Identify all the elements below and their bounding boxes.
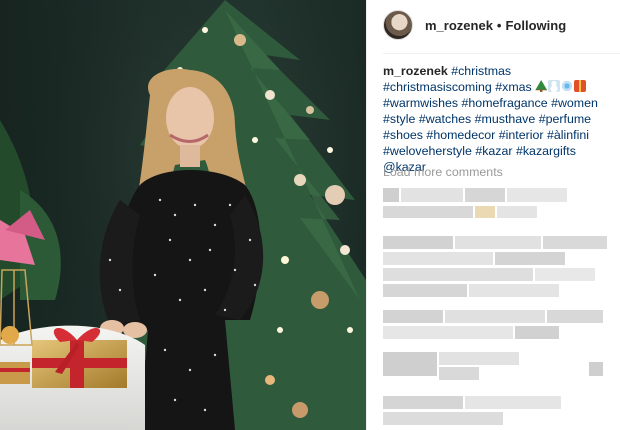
hashtag-link[interactable]: #shoes — [383, 128, 423, 142]
hashtag-link[interactable]: #homefragance — [462, 96, 548, 110]
small-gift — [0, 362, 30, 384]
hashtag-link[interactable]: #kazar — [475, 144, 512, 158]
hashtag-link[interactable]: #weloveherstyle — [383, 144, 472, 158]
post-header: m_rozenek • Following — [367, 0, 620, 50]
gift-emoji — [574, 80, 587, 92]
post-photo[interactable] — [0, 0, 366, 430]
load-more-comments-button[interactable]: Load more comments — [383, 165, 503, 179]
hashtag-link[interactable]: #kazargifts — [516, 144, 576, 158]
pixelated-comments — [383, 186, 609, 430]
snowman-emoji — [548, 80, 561, 92]
username-link[interactable]: m_rozenek — [425, 18, 493, 33]
emoji-group — [535, 80, 587, 94]
hashtag-link[interactable]: #style — [383, 112, 415, 126]
hashtag-link[interactable]: #warmwishes — [383, 96, 458, 110]
snowflake-emoji — [561, 80, 574, 92]
hashtag-link[interactable]: #interior — [499, 128, 544, 142]
header-separator: • — [496, 17, 502, 33]
caption-username[interactable]: m_rozenek — [383, 64, 448, 78]
hashtag-link[interactable]: #christmasiscoming — [383, 80, 492, 94]
hashtag-link[interactable]: #àlinfini — [547, 128, 589, 142]
photo-illustration — [0, 0, 366, 430]
following-button[interactable]: Following — [505, 18, 566, 33]
christmas-tree-emoji — [535, 80, 548, 92]
hashtag-link[interactable]: #women — [551, 96, 598, 110]
avatar[interactable] — [383, 10, 413, 40]
post-caption: m_rozenek #christmas #christmasiscoming … — [383, 63, 609, 175]
hashtag-link[interactable]: #watches — [419, 112, 471, 126]
hashtag-link[interactable]: #christmas — [451, 64, 511, 78]
post-side-panel: m_rozenek • Following m_rozenek #christm… — [366, 0, 620, 430]
hashtag-link[interactable]: #perfume — [539, 112, 591, 126]
header-divider — [383, 53, 620, 54]
hashtag-link[interactable]: #homedecor — [426, 128, 495, 142]
hashtag-link[interactable]: #xmas — [495, 80, 532, 94]
hashtag-link[interactable]: #musthave — [475, 112, 536, 126]
